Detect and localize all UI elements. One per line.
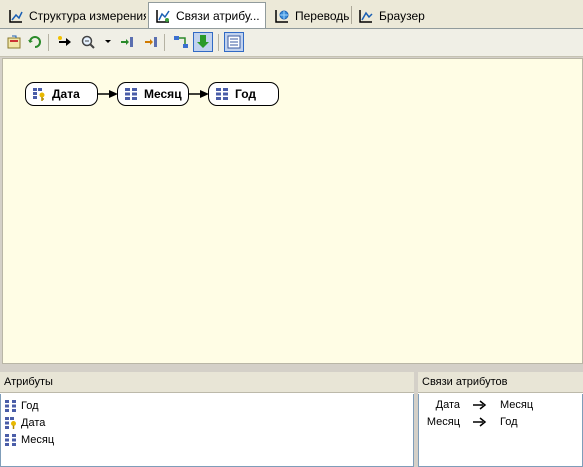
- designer-tab-strip: Структура измерения Связи атрибу... Пере…: [0, 0, 583, 29]
- new-relationship-arrow-icon: [58, 36, 71, 46]
- add-attribute-icon: [121, 37, 133, 47]
- arrange-shapes-button[interactable]: [171, 32, 191, 52]
- key-attribute-icon: [5, 417, 16, 429]
- list-item-label: Месяц: [21, 434, 55, 446]
- relationship-target: Год: [500, 416, 518, 428]
- attribute-relationships-panel: Связи атрибутов Дата Месяц Месяц Год: [418, 372, 583, 467]
- toolbar-separator: [218, 34, 219, 51]
- add-attribute-button[interactable]: [117, 32, 137, 52]
- panel-title: Атрибуты: [4, 376, 53, 388]
- panel-title: Связи атрибутов: [422, 376, 508, 388]
- tab-label: Браузер: [379, 8, 425, 23]
- node-label: Год: [235, 87, 256, 101]
- toolbar-separator: [48, 34, 49, 51]
- list-item[interactable]: Дата: [5, 415, 45, 431]
- key-attribute-icon: [33, 88, 45, 101]
- relationship-source: Дата: [435, 399, 460, 411]
- remove-attribute-button[interactable]: [140, 32, 160, 52]
- attribute-icon: [216, 88, 228, 100]
- process-button[interactable]: [4, 32, 24, 52]
- node-label: Дата: [52, 87, 80, 101]
- arrow-right-icon: [473, 400, 487, 410]
- toolbar-separator: [164, 34, 165, 51]
- diagram-node-month[interactable]: Месяц: [117, 82, 189, 106]
- tab-label: Переводы: [295, 8, 350, 23]
- relationships-panel-header: Связи атрибутов: [418, 372, 583, 393]
- process-icon: [7, 35, 21, 49]
- tab-label: Структура измерения: [29, 8, 146, 23]
- attribute-relationships-icon: [156, 9, 170, 23]
- list-item[interactable]: Месяц: [5, 432, 54, 448]
- list-item-label: Дата: [21, 417, 46, 429]
- zoom-dropdown-arrow[interactable]: [105, 40, 111, 43]
- tab-dimension-structure[interactable]: Структура измерения: [2, 4, 146, 27]
- dimension-structure-icon: [9, 9, 23, 23]
- browser-icon: [359, 9, 373, 23]
- relationship-row[interactable]: Дата Месяц: [419, 398, 582, 414]
- expand-down-button[interactable]: [193, 32, 213, 52]
- arrange-shapes-icon: [174, 36, 188, 48]
- tab-browser[interactable]: Браузер: [352, 4, 432, 27]
- translations-icon: [275, 9, 289, 23]
- relationships-list: Дата Месяц Месяц Год: [418, 394, 583, 467]
- diagram-node-date[interactable]: Дата: [25, 82, 98, 106]
- relationship-target: Месяц: [500, 399, 534, 411]
- horizontal-splitter[interactable]: [0, 364, 583, 372]
- relationship-source: Месяц: [426, 416, 460, 428]
- new-relationship-button[interactable]: [55, 32, 75, 52]
- designer-toolbar: [0, 29, 583, 57]
- zoom-icon: [81, 35, 95, 49]
- show-list-view-icon: [227, 35, 241, 49]
- attribute-icon: [125, 88, 137, 100]
- relationship-arrow[interactable]: [189, 88, 209, 100]
- list-item-label: Год: [21, 400, 39, 412]
- relationship-arrow[interactable]: [98, 88, 118, 100]
- node-label: Месяц: [144, 87, 182, 101]
- attributes-panel-header: Атрибуты: [0, 372, 414, 393]
- remove-attribute-icon: [145, 37, 157, 47]
- expand-down-icon: [197, 35, 209, 48]
- tab-translations[interactable]: Переводы: [268, 4, 350, 27]
- attributes-list: Год Дата Месяц: [0, 394, 414, 467]
- arrow-right-icon: [473, 417, 487, 427]
- attribute-icon: [5, 400, 16, 412]
- tab-label: Связи атрибу...: [176, 8, 260, 23]
- attribute-icon: [5, 434, 16, 446]
- refresh-icon: [28, 36, 41, 48]
- list-item[interactable]: Год: [5, 398, 39, 414]
- show-list-view-button[interactable]: [224, 32, 244, 52]
- zoom-button[interactable]: [78, 32, 98, 52]
- refresh-button[interactable]: [25, 32, 45, 52]
- tab-attribute-relationships[interactable]: Связи атрибу...: [148, 2, 266, 28]
- relationship-diagram-canvas[interactable]: Дата Месяц Год: [2, 58, 583, 364]
- diagram-node-year[interactable]: Год: [208, 82, 279, 106]
- attributes-panel: Атрибуты Год Дата Месяц: [0, 372, 414, 467]
- relationship-row[interactable]: Месяц Год: [419, 415, 582, 431]
